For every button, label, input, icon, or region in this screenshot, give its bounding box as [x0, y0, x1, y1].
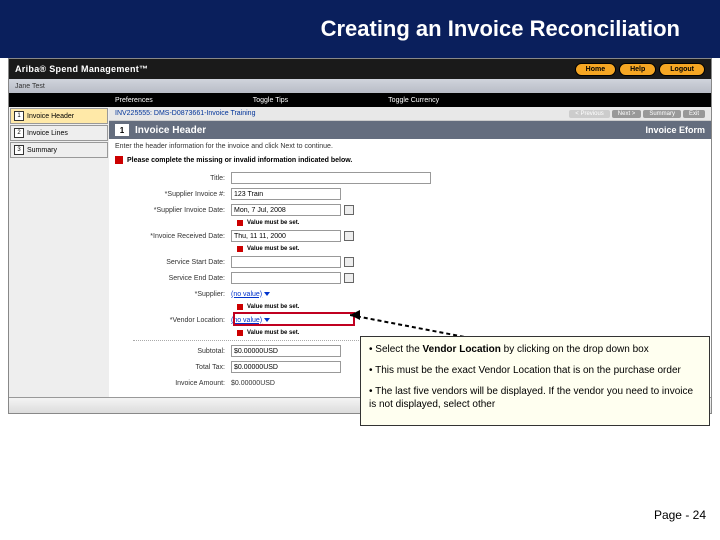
- dark-nav: Preferences Toggle Tips Toggle Currency: [9, 93, 711, 107]
- exit-button[interactable]: Exit: [683, 110, 705, 118]
- wizard-sidebar: 1 Invoice Header 2 Invoice Lines 3 Summa…: [9, 107, 109, 413]
- nav-preferences[interactable]: Preferences: [115, 97, 153, 104]
- callout-box: • Select the Vendor Location by clicking…: [360, 336, 710, 426]
- supplier-invoice-input[interactable]: [231, 188, 341, 200]
- eform-label: Invoice Eform: [645, 125, 705, 135]
- slide-title-bar: Creating an Invoice Reconciliation: [0, 0, 720, 58]
- invoice-amount-value: $0.00000USD: [231, 380, 275, 387]
- sidebar-item-invoice-header[interactable]: 1 Invoice Header: [10, 108, 108, 124]
- summary-button[interactable]: Summary: [643, 110, 681, 118]
- wizard-buttons: < Previous Next > Summary Exit: [569, 110, 705, 118]
- page-error: Please complete the missing or invalid i…: [109, 154, 711, 166]
- service-start-date-input[interactable]: [231, 256, 341, 268]
- field-invoice-received-date: *Invoice Received Date:: [121, 228, 699, 244]
- sidebar-step-num: 3: [14, 145, 24, 155]
- error-received-date: Value must be set.: [237, 244, 699, 254]
- help-button[interactable]: Help: [619, 63, 656, 76]
- calendar-icon[interactable]: [344, 273, 354, 283]
- section-title: Invoice Header: [135, 125, 206, 136]
- sidebar-item-summary[interactable]: 3 Summary: [10, 142, 108, 158]
- ariba-top-bar: Ariba® Spend Management™ Home Help Logou…: [9, 59, 711, 79]
- field-service-end-date: Service End Date:: [121, 270, 699, 286]
- field-label: Total Tax:: [121, 364, 231, 371]
- callout-bullet-3: • The last five vendors will be displaye…: [369, 385, 701, 411]
- instructions: Enter the header information for the inv…: [109, 139, 711, 154]
- nav-toggle-currency[interactable]: Toggle Currency: [388, 97, 439, 104]
- field-label: *Invoice Received Date:: [121, 233, 231, 240]
- field-label: Service Start Date:: [121, 259, 231, 266]
- page-error-text: Please complete the missing or invalid i…: [127, 157, 352, 164]
- service-end-date-input[interactable]: [231, 272, 341, 284]
- breadcrumb: INV225555: DMS-D0873661-Invoice Training…: [109, 107, 711, 121]
- section-header: 1 Invoice Header Invoice Eform: [109, 121, 711, 139]
- field-supplier-invoice-num: *Supplier Invoice #:: [121, 186, 699, 202]
- breadcrumb-text: INV225555: DMS-D0873661-Invoice Training: [115, 110, 255, 117]
- field-label: Title:: [121, 175, 231, 182]
- callout-bullet-1: • Select the Vendor Location by clicking…: [369, 343, 701, 356]
- prev-button[interactable]: < Previous: [569, 110, 610, 118]
- sidebar-item-label: Invoice Header: [27, 113, 74, 120]
- field-supplier: *Supplier: (no value): [121, 286, 699, 302]
- next-button[interactable]: Next >: [612, 110, 642, 118]
- nav-toggle-tips[interactable]: Toggle Tips: [253, 97, 288, 104]
- field-service-start-date: Service Start Date:: [121, 254, 699, 270]
- field-title: Title:: [121, 170, 699, 186]
- user-bar: Jane Test: [9, 79, 711, 93]
- supplier-invoice-date-input[interactable]: [231, 204, 341, 216]
- error-icon: [115, 156, 123, 164]
- field-label: *Vendor Location:: [121, 317, 231, 324]
- calendar-icon[interactable]: [344, 231, 354, 241]
- user-name: Jane Test: [15, 83, 45, 90]
- supplier-dropdown[interactable]: (no value): [231, 291, 270, 298]
- calendar-icon[interactable]: [344, 205, 354, 215]
- sidebar-item-invoice-lines[interactable]: 2 Invoice Lines: [10, 125, 108, 141]
- step-number: 1: [115, 124, 129, 136]
- sidebar-item-label: Invoice Lines: [27, 130, 68, 137]
- home-button[interactable]: Home: [575, 63, 616, 76]
- sidebar-step-num: 1: [14, 111, 24, 121]
- ariba-nav-buttons: Home Help Logout: [575, 63, 705, 76]
- field-label: Subtotal:: [121, 348, 231, 355]
- field-label: *Supplier:: [121, 291, 231, 298]
- field-label: Service End Date:: [121, 275, 231, 282]
- total-tax-input[interactable]: [231, 361, 341, 373]
- page-number: Page - 24: [654, 508, 706, 522]
- sidebar-step-num: 2: [14, 128, 24, 138]
- field-supplier-invoice-date: *Supplier Invoice Date:: [121, 202, 699, 218]
- invoice-received-date-input[interactable]: [231, 230, 341, 242]
- ariba-logo: Ariba® Spend Management™: [15, 64, 148, 74]
- error-icon: [237, 304, 243, 310]
- error-supplier: Value must be set.: [237, 302, 699, 312]
- field-label: Invoice Amount:: [121, 380, 231, 387]
- calendar-icon[interactable]: [344, 257, 354, 267]
- subtotal-input[interactable]: [231, 345, 341, 357]
- error-icon: [237, 246, 243, 252]
- slide-title: Creating an Invoice Reconciliation: [321, 16, 680, 42]
- title-input[interactable]: [231, 172, 431, 184]
- field-label: *Supplier Invoice #:: [121, 191, 231, 198]
- error-icon: [237, 220, 243, 226]
- callout-bullet-2: • This must be the exact Vendor Location…: [369, 364, 701, 377]
- logout-button[interactable]: Logout: [659, 63, 705, 76]
- error-supplier-date: Value must be set.: [237, 218, 699, 228]
- highlight-box: [233, 312, 355, 326]
- error-icon: [237, 330, 243, 336]
- sidebar-item-label: Summary: [27, 147, 57, 154]
- chevron-down-icon: [264, 292, 270, 296]
- field-vendor-location: *Vendor Location: (no value): [121, 312, 699, 328]
- field-label: *Supplier Invoice Date:: [121, 207, 231, 214]
